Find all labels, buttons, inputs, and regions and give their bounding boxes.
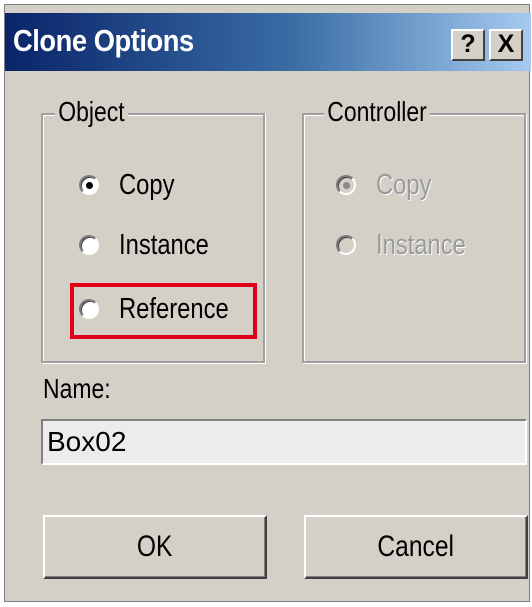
radio-label: Copy <box>376 168 432 201</box>
ok-button-label: OK <box>137 530 173 563</box>
radio-label: Instance <box>376 228 466 261</box>
radio-label: Instance <box>119 228 209 261</box>
title-bar: Clone Options ? X <box>5 13 531 71</box>
radio-object-instance[interactable]: Instance <box>79 225 229 265</box>
clone-options-dialog: Clone Options ? X Object Copy Instance R… <box>4 4 531 602</box>
radio-object-copy[interactable]: Copy <box>79 165 187 205</box>
help-button[interactable]: ? <box>451 29 485 61</box>
dialog-title: Clone Options <box>13 23 194 58</box>
name-label: Name: <box>43 373 111 404</box>
controller-group: Controller Copy Instance <box>302 96 526 363</box>
radio-controller-instance: Instance <box>336 225 486 265</box>
radio-button-icon <box>336 235 356 255</box>
name-input[interactable] <box>41 419 527 465</box>
object-group-label: Object <box>55 96 128 128</box>
cancel-button[interactable]: Cancel <box>304 515 528 579</box>
ok-button[interactable]: OK <box>43 515 267 579</box>
object-group: Object Copy Instance Reference <box>41 96 265 363</box>
radio-button-icon[interactable] <box>79 299 99 319</box>
radio-object-reference[interactable]: Reference <box>79 289 253 329</box>
radio-button-icon[interactable] <box>79 175 99 195</box>
radio-button-icon <box>336 175 356 195</box>
radio-label: Reference <box>119 292 229 325</box>
radio-controller-copy: Copy <box>336 165 444 205</box>
cancel-button-label: Cancel <box>377 530 455 563</box>
radio-label: Copy <box>119 168 175 201</box>
controller-group-label: Controller <box>324 96 431 128</box>
close-button[interactable]: X <box>489 29 523 61</box>
radio-button-icon[interactable] <box>79 235 99 255</box>
